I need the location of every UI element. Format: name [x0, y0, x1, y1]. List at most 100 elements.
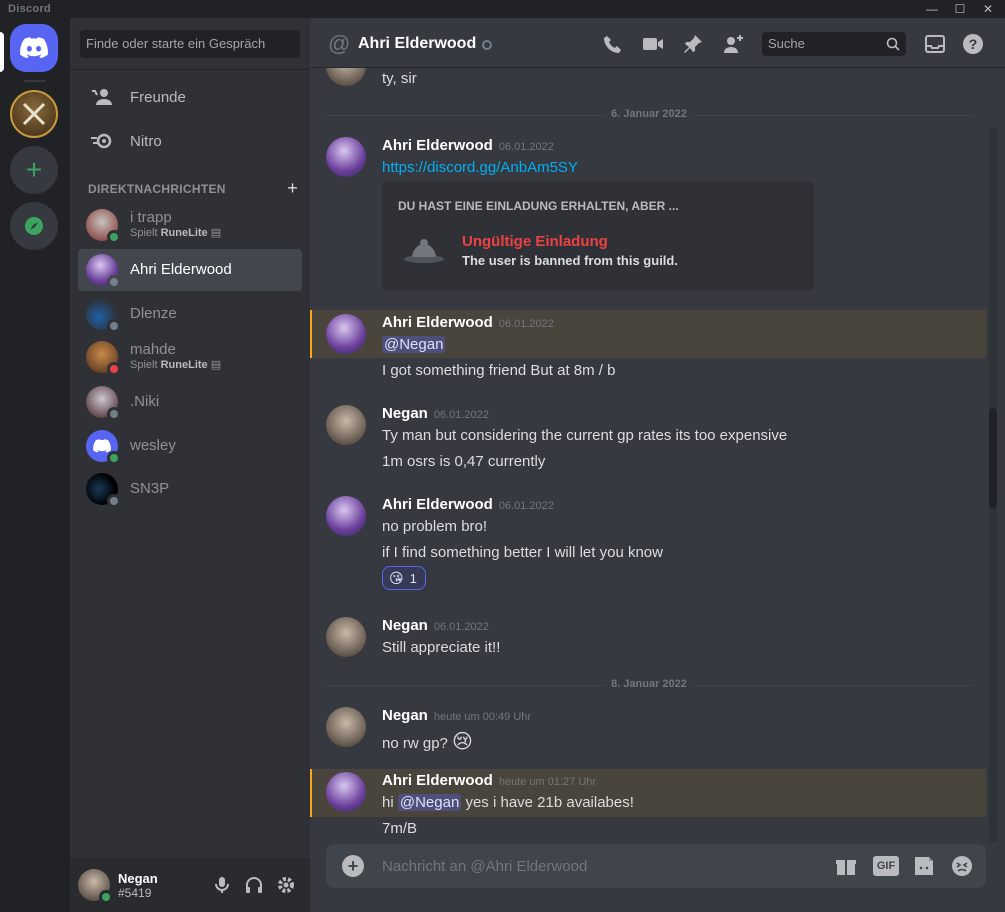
message-avatar[interactable] [326, 68, 366, 86]
message-timestamp: 06.01.2022 [498, 318, 554, 330]
status-offline-indicator [482, 40, 492, 50]
dm-item-ahri-elderwood[interactable]: Ahri Elderwood [78, 249, 302, 291]
date-divider: 6. Januar 2022 [326, 108, 972, 120]
dm-item-i-trapp[interactable]: i trapp Spielt RuneLite ▤ [78, 204, 302, 246]
message-text: I got something friend But at 8m / b [382, 362, 616, 379]
emoji-picker-icon[interactable] [950, 854, 974, 878]
message-author[interactable]: Negan 06.01.2022 [382, 405, 489, 422]
gift-icon[interactable] [834, 854, 858, 878]
user-mention[interactable]: @Negan [397, 794, 462, 811]
message-avatar[interactable] [326, 617, 366, 657]
dm-item-mahde[interactable]: mahde Spielt RuneLite ▤ [78, 336, 302, 378]
at-icon: @ [328, 31, 351, 56]
user-tag: #5419 [118, 885, 152, 900]
add-friend-to-dm-icon[interactable] [722, 33, 744, 55]
avatar [86, 386, 121, 421]
user-mention[interactable]: @Negan [382, 336, 446, 353]
gif-button[interactable]: GIF [873, 856, 899, 876]
message-author[interactable]: Ahri Elderwood 06.01.2022 [382, 314, 554, 331]
message-avatar[interactable] [326, 772, 366, 812]
nav-friends[interactable]: Freunde [78, 76, 302, 118]
message-text: 1m osrs is 0,47 currently [382, 453, 546, 470]
help-icon[interactable]: ? [962, 33, 984, 55]
reaction-count: 1 [409, 570, 417, 586]
message-text: Still appreciate it!! [382, 639, 501, 656]
scrollbar-thumb[interactable] [989, 408, 997, 508]
upload-plus-button[interactable]: + [342, 855, 364, 877]
message-timestamp: 06.01.2022 [498, 141, 554, 153]
dm-item-wesley[interactable]: wesley [78, 425, 302, 467]
nav-nitro[interactable]: Nitro [78, 120, 302, 162]
dm-name: SN3P [130, 480, 170, 497]
header-divider [70, 69, 310, 70]
message-text: @Negan [382, 336, 446, 353]
user-avatar[interactable] [78, 869, 113, 904]
message-avatar[interactable] [326, 137, 366, 177]
rich-presence-icon: ▤ [210, 227, 222, 239]
create-dm-button[interactable]: + [287, 178, 298, 199]
message-author[interactable]: Ahri Elderwood heute um 01:27 Uhr [382, 772, 596, 789]
header-search-input[interactable]: Suche [762, 32, 906, 56]
add-server-button[interactable]: + [10, 146, 58, 194]
dm-name: Dlenze [130, 305, 177, 322]
message-timestamp: heute um 00:49 Uhr [433, 711, 532, 723]
message-timestamp: 06.01.2022 [498, 500, 554, 512]
explore-servers-button[interactable] [10, 202, 58, 250]
dm-item-niki[interactable]: .Niki [78, 381, 302, 423]
message-author[interactable]: Negan heute um 00:49 Uhr [382, 707, 531, 724]
avatar [86, 430, 121, 465]
title-bar: Discord — ☐ ✕ [0, 0, 1005, 18]
server-icon-guild[interactable] [10, 90, 58, 138]
user-panel: Negan #5419 [70, 858, 310, 912]
message-author[interactable]: Ahri Elderwood 06.01.2022 [382, 496, 554, 513]
plus-icon: + [25, 154, 43, 185]
avatar [86, 473, 121, 508]
chat-title: Ahri Elderwood [358, 35, 477, 52]
dm-name: wesley [130, 437, 176, 454]
headphones-icon[interactable] [244, 875, 264, 895]
message-avatar[interactable] [326, 707, 366, 747]
video-call-icon[interactable] [642, 33, 664, 55]
search-icon [886, 37, 900, 51]
crossed-swords-icon [22, 102, 46, 126]
sticker-icon[interactable] [912, 854, 936, 878]
dm-item-dlenze[interactable]: Dlenze [78, 293, 302, 335]
invite-link[interactable]: https://discord.gg/AnbAm5SY [382, 159, 578, 176]
message-composer[interactable]: + Nachricht an @Ahri Elderwood GIF [326, 844, 986, 888]
status-offline-indicator [107, 319, 121, 333]
embed-heading: DU HAST EINE EINLADUNG ERHALTEN, ABER ..… [398, 199, 679, 213]
message-text: Ty man but considering the current gp ra… [382, 427, 788, 444]
compass-icon [25, 217, 43, 235]
status-online-indicator [107, 451, 121, 465]
dm-section-header: DIREKTNACHRICHTEN + [88, 178, 298, 199]
kiss-emoji-icon: 😘 [389, 569, 404, 586]
microphone-icon[interactable] [212, 875, 232, 895]
message-avatar[interactable] [326, 314, 366, 354]
message-avatar[interactable] [326, 496, 366, 536]
avatar [86, 254, 121, 289]
gear-icon[interactable] [276, 875, 296, 895]
discord-logo-icon [20, 37, 48, 59]
dm-name: mahde [130, 341, 176, 358]
conversation-search[interactable]: Finde oder starte ein Gespräch [80, 30, 300, 58]
pin-icon[interactable] [682, 33, 704, 55]
dm-activity: Spielt RuneLite ▤ [130, 359, 222, 371]
invalid-invite-icon [404, 239, 444, 263]
message-timestamp: 06.01.2022 [433, 409, 489, 421]
reaction-button[interactable]: 😘 1 [382, 566, 426, 590]
voice-call-icon[interactable] [602, 33, 624, 55]
message-author[interactable]: Negan 06.01.2022 [382, 617, 489, 634]
close-button[interactable]: ✕ [971, 0, 1005, 18]
nav-friends-label: Freunde [130, 88, 186, 106]
date-divider-label: 8. Januar 2022 [605, 678, 693, 690]
home-button[interactable] [10, 24, 58, 72]
rich-presence-icon: ▤ [210, 359, 222, 371]
message-avatar[interactable] [326, 405, 366, 445]
message-text: if I find something better I will let yo… [382, 544, 663, 561]
dm-item-sn3p[interactable]: SN3P [78, 468, 302, 510]
dm-name: i trapp [130, 209, 172, 226]
inbox-icon[interactable] [924, 33, 946, 55]
message-author[interactable]: Ahri Elderwood 06.01.2022 [382, 137, 554, 154]
avatar [86, 341, 121, 376]
date-divider-label: 6. Januar 2022 [605, 108, 693, 120]
